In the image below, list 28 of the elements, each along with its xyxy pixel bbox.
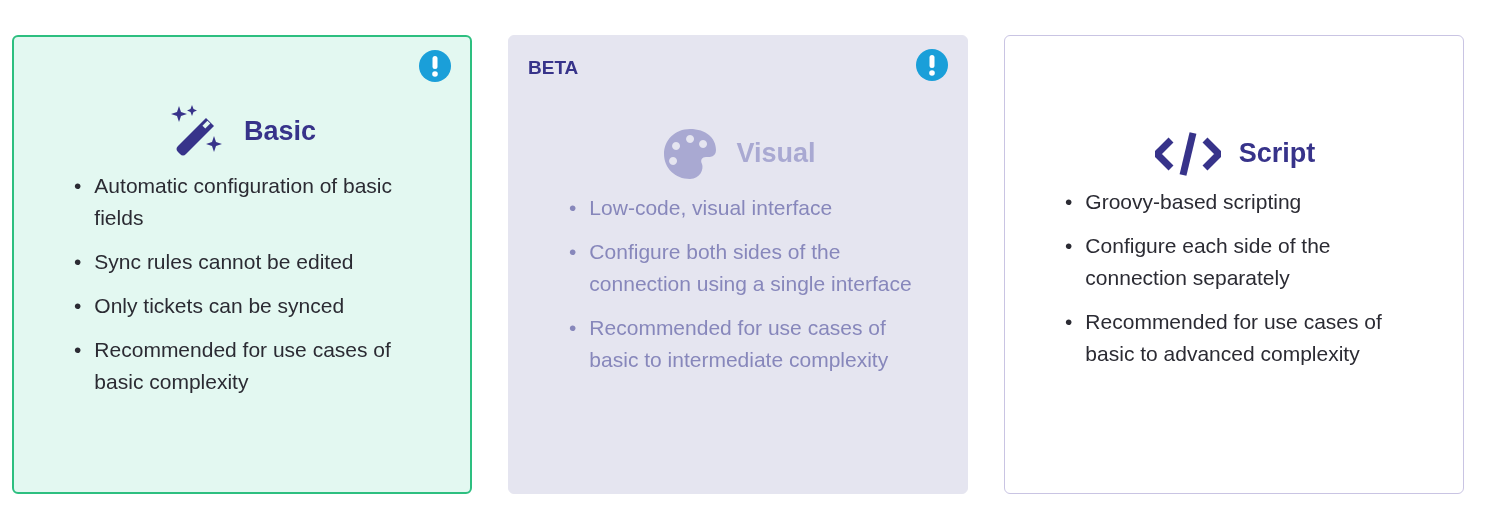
beta-label: BETA <box>528 57 579 79</box>
bullet: • <box>74 336 82 363</box>
bullet: • <box>569 314 577 341</box>
feature-item: Recommended for use cases of basic complexity <box>94 336 392 395</box>
card-title: Basic <box>243 116 317 147</box>
code-icon <box>1154 131 1221 176</box>
card-title: Script <box>1238 138 1316 169</box>
feature-item: Low-code, visual interface <box>589 194 834 221</box>
feature-item: Configure both sides of the connection using a single interface <box>589 238 913 297</box>
card-title: Visual <box>736 138 816 169</box>
info-icon[interactable] <box>419 50 451 82</box>
feature-item: Groovy-based scripting <box>1085 188 1303 215</box>
bullet: • <box>74 172 82 199</box>
feature-item: Configure each side of the connection separately <box>1085 232 1332 291</box>
feature-item: Recommended for use cases of basic to advanced complexity <box>1085 308 1383 367</box>
feature-item: Only tickets can be synced <box>94 292 346 319</box>
bullet: • <box>1065 232 1073 259</box>
bullet: • <box>569 194 577 221</box>
bullet: • <box>569 238 577 265</box>
feature-item: Recommended for use cases of basic to intermediate complexity <box>589 314 890 373</box>
option-card[interactable]: Basic • Automatic configuration of basic fields • Sync rules cannot be edited • Only tickets can be synced • Recommended for use cases of basic complexity <box>12 35 472 494</box>
bullet: • <box>74 248 82 275</box>
feature-item: Automatic configuration of basic fields <box>94 172 394 231</box>
bullet: • <box>74 292 82 319</box>
bullet: • <box>1065 308 1073 335</box>
feature-item: Sync rules cannot be edited <box>94 248 355 275</box>
option-card[interactable]: Script • Groovy-based scripting • Configure each side of the connection separately • Recommended for use cases of basic to advanced complexity <box>1004 35 1464 494</box>
bullet: • <box>1065 188 1073 215</box>
